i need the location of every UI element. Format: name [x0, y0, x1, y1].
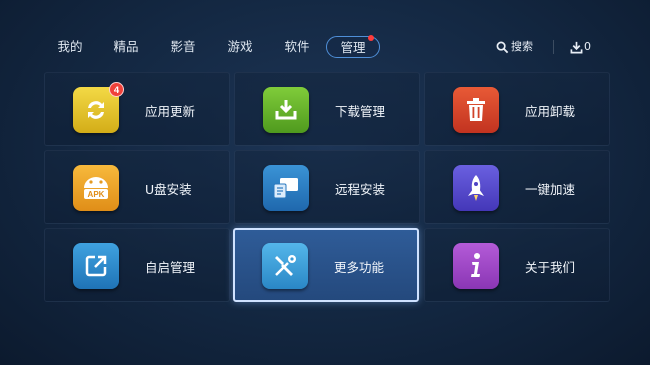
- info-icon: [453, 243, 499, 289]
- trash-can-icon: [453, 87, 499, 133]
- apk-android-icon: APK: [73, 165, 119, 211]
- divider: [553, 40, 554, 54]
- top-navigation: 我的 精品 影音 游戏 软件 管理 搜索 0: [0, 0, 650, 62]
- download-count: 0: [584, 40, 591, 53]
- tab-media[interactable]: 影音: [165, 36, 201, 58]
- tile-label: 应用更新: [145, 104, 196, 119]
- tab-manage-label: 管理: [340, 40, 366, 55]
- tile-label: 自启管理: [145, 260, 196, 275]
- tile-more-features[interactable]: 更多功能: [233, 228, 419, 302]
- tile-label: U盘安装: [145, 182, 192, 197]
- tile-download-manager[interactable]: 下载管理: [234, 72, 420, 146]
- tab-manage[interactable]: 管理: [326, 35, 380, 58]
- tile-remote-install[interactable]: 远程安装: [234, 150, 420, 224]
- svg-text:APK: APK: [88, 190, 105, 199]
- tab-software[interactable]: 软件: [279, 36, 315, 58]
- tile-app-update[interactable]: 4 应用更新: [44, 72, 230, 146]
- remote-devices-icon: [263, 165, 309, 211]
- tile-about-us[interactable]: 关于我们: [424, 228, 610, 302]
- tab-featured[interactable]: 精品: [108, 36, 144, 58]
- launch-square-icon: [73, 243, 119, 289]
- search-label: 搜索: [511, 40, 533, 53]
- update-count-badge: 4: [109, 82, 124, 97]
- download-tray-icon: [263, 87, 309, 133]
- search-icon: [496, 41, 509, 53]
- tile-label: 下载管理: [335, 104, 386, 119]
- rocket-icon: [453, 165, 499, 211]
- wrench-tools-icon: [262, 243, 308, 289]
- downloads-button[interactable]: 0: [570, 38, 591, 56]
- tile-label: 更多功能: [334, 260, 385, 275]
- tab-mine[interactable]: 我的: [52, 36, 88, 58]
- tile-uninstall[interactable]: 应用卸载: [424, 72, 610, 146]
- tile-usb-install[interactable]: APK U盘安装: [44, 150, 230, 224]
- tile-autostart-manager[interactable]: 自启管理: [44, 228, 230, 302]
- tile-label: 关于我们: [525, 260, 576, 275]
- search-button[interactable]: 搜索: [496, 38, 533, 56]
- notification-dot: [368, 35, 374, 41]
- tile-label: 应用卸载: [525, 104, 576, 119]
- download-icon: [570, 41, 583, 53]
- tab-games[interactable]: 游戏: [222, 36, 258, 58]
- tile-label: 一键加速: [525, 182, 576, 197]
- tile-label: 远程安装: [335, 182, 386, 197]
- tile-speed-boost[interactable]: 一键加速: [424, 150, 610, 224]
